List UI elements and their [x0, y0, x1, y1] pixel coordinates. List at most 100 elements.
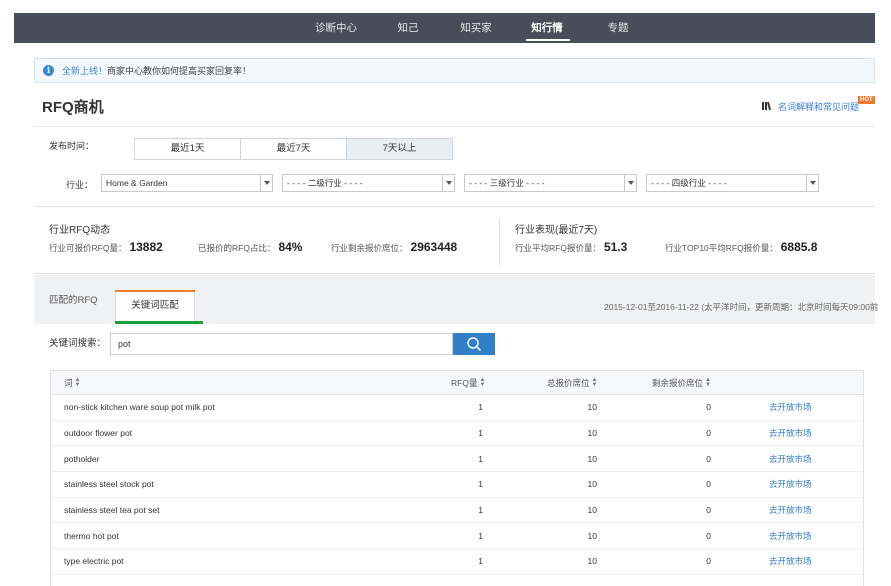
active-tab-indicator	[115, 321, 203, 324]
chevron-down-icon	[806, 175, 818, 191]
sort-icon: ▲ ▼	[591, 376, 598, 388]
tab-keyword-match[interactable]: 关键词匹配	[115, 290, 195, 321]
industry-level2-select[interactable]: - - - - 二级行业 - - - -	[282, 174, 455, 192]
keyword-table: 词 ▲ ▼ RFQ量 ▲ ▼ 总报价席位 ▲ ▼ 剩余报价席位 ▲ ▼ non-stick ki…	[50, 370, 864, 586]
hot-badge: HOT	[858, 96, 875, 104]
nav-item-topics[interactable]: 专题	[588, 13, 648, 43]
row-rfq: 1	[478, 505, 483, 516]
row-remain: 0	[706, 479, 711, 490]
row-remain: 0	[706, 402, 711, 413]
row-total: 10	[587, 402, 597, 413]
table-row: potholder 1 10 0 去开放市场	[51, 446, 863, 473]
row-total: 10	[587, 479, 597, 490]
search-button[interactable]	[453, 333, 495, 355]
open-market-link[interactable]: 去开放市场	[769, 549, 812, 574]
industry-level4-value: - - - - 四级行业 - - - -	[651, 178, 727, 188]
nav-item-buyers[interactable]: 知买家	[446, 13, 506, 43]
industry-level3-value: - - - - 三级行业 - - - -	[469, 178, 545, 188]
row-total: 10	[587, 530, 597, 541]
time-filter-label: 发布时间：	[49, 141, 95, 151]
row-word: type electric pot	[64, 556, 124, 567]
book-icon	[762, 101, 772, 111]
chevron-down-icon	[442, 175, 454, 191]
help-link-label[interactable]: 名词解释和常见问题	[778, 102, 859, 112]
table-row: non-stick kitchen ware soup pot milk pot…	[51, 395, 863, 421]
row-rfq: 1	[478, 479, 483, 490]
open-market-link[interactable]: 去开放市场	[769, 421, 812, 446]
open-market-link[interactable]: 去开放市场	[769, 472, 812, 497]
col-total-seats[interactable]: 总报价席位 ▲ ▼	[547, 371, 607, 394]
row-remain: 0	[706, 428, 711, 439]
table-row: outdoor flower pot 1 10 0 去开放市场	[51, 421, 863, 447]
page: 诊断中心 知己 知买家 知行情 专题 i 全新上线！商家中心教你如何提高买家回复…	[0, 0, 891, 586]
page-title: RFQ商机	[42, 99, 104, 116]
table-row: type electric pot 1 10 0 去开放市场	[51, 549, 863, 575]
row-remain: 0	[706, 453, 711, 464]
open-market-link[interactable]: 去开放市场	[769, 523, 812, 548]
row-remain: 0	[706, 505, 711, 516]
industry-level3-select[interactable]: - - - - 三级行业 - - - -	[464, 174, 637, 192]
row-word: stainless steel stock pot	[64, 479, 154, 490]
tab-matched-rfq[interactable]: 匹配的RFQ	[49, 292, 98, 306]
row-word: stainless steel tea pot set	[64, 505, 160, 516]
row-remain: 0	[706, 556, 711, 567]
keyword-search-input[interactable]: pot	[110, 333, 453, 355]
filter-panel: 发布时间： 最近1天 最近7天 7天以上 行业： Home & Garden -…	[34, 126, 875, 206]
top-nav: 诊断中心 知己 知买家 知行情 专题	[14, 13, 875, 43]
col-rfq[interactable]: RFQ量 ▲ ▼	[451, 371, 485, 394]
stat-quotable-rfq: 行业可报价RFQ量： 13882	[49, 240, 163, 254]
chevron-down-icon	[624, 175, 636, 191]
notice-text[interactable]: 商家中心教你如何提高买家回复率！	[107, 66, 251, 76]
row-word: potholder	[64, 453, 100, 464]
row-total: 10	[587, 453, 597, 464]
nav-active-underline	[526, 39, 570, 41]
time-option-1day[interactable]: 最近1天	[135, 139, 241, 159]
table-header: 词 ▲ ▼ RFQ量 ▲ ▼ 总报价席位 ▲ ▼ 剩余报价席位 ▲ ▼	[51, 371, 863, 395]
industry-label: 行业：	[66, 180, 94, 190]
stat-top10-avg-quotes: 行业TOP10平均RFQ报价量： 6885.8	[665, 240, 818, 254]
row-total: 10	[587, 505, 597, 516]
industry-rfq-title: 行业RFQ动态	[49, 225, 111, 236]
open-market-link[interactable]: 去开放市场	[769, 498, 812, 523]
notice-bar: i 全新上线！商家中心教你如何提高买家回复率！	[34, 58, 875, 83]
row-rfq: 1	[478, 428, 483, 439]
search-icon	[467, 337, 482, 352]
sort-icon: ▲ ▼	[705, 376, 711, 388]
stats-divider	[499, 219, 500, 265]
time-option-over7days[interactable]: 7天以上	[347, 139, 452, 159]
notice-link[interactable]: 全新上线！	[62, 66, 107, 76]
row-remain: 0	[706, 530, 711, 541]
chevron-down-icon	[260, 175, 272, 191]
time-filter-segment: 最近1天 最近7天 7天以上	[134, 138, 453, 160]
table-row: stainless steel tea pot set 1 10 0 去开放市场	[51, 498, 863, 524]
nav-item-zhiji[interactable]: 知己	[378, 13, 438, 43]
industry-performance-title: 行业表现(最近7天)	[515, 225, 598, 236]
industry-level2-value: - - - - 二级行业 - - - -	[287, 178, 363, 188]
stat-remaining-seats: 行业剩余报价席位： 2963448	[331, 240, 458, 254]
nav-item-diagnosis[interactable]: 诊断中心	[296, 13, 376, 43]
time-option-7days[interactable]: 最近7天	[241, 139, 347, 159]
keyword-search-label: 关键词搜索：	[49, 338, 107, 349]
date-range-info: 2015-12-01至2016-11-22 (太平洋时间，更新周期：北京时间每天…	[604, 302, 879, 312]
row-rfq: 1	[478, 453, 483, 464]
row-rfq: 1	[478, 530, 483, 541]
industry-level4-select[interactable]: - - - - 四级行业 - - - -	[646, 174, 819, 192]
sort-icon: ▲ ▼	[479, 376, 486, 388]
row-word: outdoor flower pot	[64, 428, 133, 439]
stat-avg-quotes: 行业平均RFQ报价量： 51.3	[515, 240, 628, 254]
col-word[interactable]: 词 ▲ ▼	[64, 371, 80, 394]
open-market-link[interactable]: 去开放市场	[769, 395, 812, 420]
stat-quoted-ratio: 已报价的RFQ占比： 84%	[198, 240, 303, 254]
row-word: non-stick kitchen ware soup pot milk pot	[64, 402, 215, 413]
table-row: stainless steel stock pot 1 10 0 去开放市场	[51, 472, 863, 498]
help-link[interactable]: 名词解释和常见问题	[762, 100, 859, 113]
row-total: 10	[587, 428, 597, 439]
sort-icon: ▲ ▼	[74, 376, 81, 388]
row-rfq: 1	[478, 556, 483, 567]
industry-level1-select[interactable]: Home & Garden	[101, 174, 273, 192]
open-market-link[interactable]: 去开放市场	[769, 446, 812, 471]
info-icon: i	[43, 65, 54, 76]
row-word: thermo hot pot	[64, 530, 119, 541]
row-rfq: 1	[478, 402, 483, 413]
col-remaining-seats[interactable]: 剩余报价席位 ▲ ▼	[652, 371, 722, 394]
